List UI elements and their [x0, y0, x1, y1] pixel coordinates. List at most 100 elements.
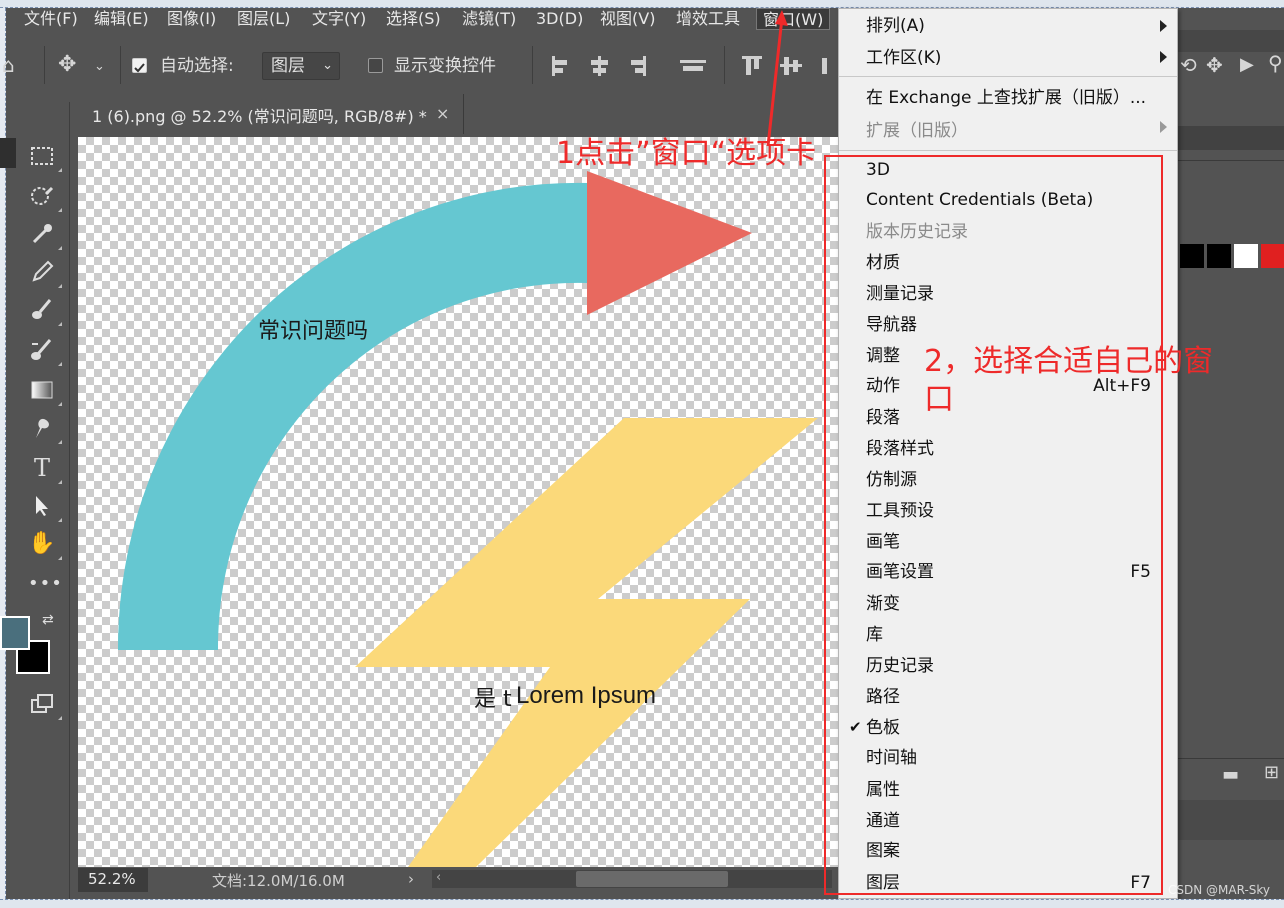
- orbit-3d-icon[interactable]: ⟲: [1180, 54, 1197, 76]
- healing-icon[interactable]: [28, 336, 62, 366]
- annotation-arrow: [766, 10, 788, 147]
- move-icon[interactable]: ✥: [58, 54, 76, 76]
- smudge-icon[interactable]: [28, 414, 62, 444]
- align-bar: [555, 60, 567, 65]
- scrollbar-thumb[interactable]: [576, 871, 728, 887]
- gradient-icon[interactable]: [28, 376, 62, 406]
- folder-icon[interactable]: ▬: [1222, 764, 1239, 786]
- menu-edit[interactable]: 编辑(E): [88, 8, 155, 30]
- menu-item-extensions: 扩展（旧版）: [866, 121, 968, 141]
- align-bar: [635, 68, 643, 73]
- auto-select-checkbox[interactable]: [132, 58, 147, 73]
- document-tab-title: 1 (6).png @ 52.2% (常识问题吗, RGB/8#) *: [92, 107, 427, 126]
- align-right-edges-icon: [643, 56, 646, 76]
- swatch-white[interactable]: [1234, 244, 1258, 268]
- menu-3d[interactable]: 3D(D): [530, 8, 589, 30]
- hand-icon[interactable]: ✋: [28, 530, 62, 560]
- separator: [44, 46, 45, 84]
- screenshot-frame-top: [0, 0, 1284, 8]
- align-bar: [593, 68, 606, 73]
- eyedropper-icon[interactable]: [28, 220, 62, 250]
- menu-plugins[interactable]: 增效工具: [670, 8, 746, 30]
- type-icon[interactable]: T: [28, 454, 62, 484]
- separator: [724, 46, 725, 84]
- distribute-bottom-icon: [822, 58, 827, 74]
- watermark: CSDN @MAR-Sky: [1168, 883, 1271, 897]
- swatch-black[interactable]: [1180, 244, 1204, 268]
- align-icons: [552, 56, 706, 76]
- lasso-icon[interactable]: [28, 182, 62, 212]
- search-icon[interactable]: ⚲: [1268, 52, 1283, 74]
- doc-size: 文档:12.0M/16.0M: [212, 872, 345, 890]
- arrow-shape: [587, 171, 752, 315]
- annotation-highlight-box: [824, 155, 1163, 895]
- menu-separator: [839, 76, 1177, 77]
- check-icon: [134, 63, 145, 73]
- menu-type[interactable]: 文字(Y): [306, 8, 372, 30]
- arc-text: 常识问题吗: [258, 319, 369, 344]
- camera-3d-icon[interactable]: ▶: [1240, 54, 1254, 76]
- align-top-icon: [680, 60, 706, 63]
- zoom-value: 52.2%: [88, 870, 136, 888]
- marquee-icon[interactable]: [28, 142, 62, 172]
- separator: [1176, 758, 1284, 759]
- bolt-text: Lorem Ipsum: [516, 682, 657, 709]
- bolt-shape: [355, 418, 818, 867]
- panel-footer: [1176, 800, 1284, 840]
- submenu-arrow-icon: [1160, 20, 1167, 32]
- scroll-left-icon[interactable]: ‹: [436, 870, 441, 885]
- layer-select[interactable]: 图层 ⌄: [262, 52, 340, 80]
- panel-header: [1176, 30, 1284, 52]
- menu-image[interactable]: 图像(I): [161, 8, 222, 30]
- menu-item-find-extensions[interactable]: 在 Exchange 上查找扩展（旧版）...: [866, 84, 1146, 112]
- menu-item-arrange[interactable]: 排列(A): [866, 12, 925, 40]
- swatch-black[interactable]: [1207, 244, 1231, 268]
- foreground-color[interactable]: [0, 616, 30, 650]
- screenshot-frame-bottom: [0, 899, 1284, 908]
- more-icon[interactable]: •••: [28, 570, 62, 598]
- show-transform-checkbox[interactable]: [368, 58, 383, 73]
- menu-filter[interactable]: 滤镜(T): [456, 8, 522, 30]
- separator: [120, 46, 121, 84]
- layer-select-value: 图层: [271, 56, 305, 76]
- panel-tab-strip: [1176, 126, 1284, 150]
- path-select-icon[interactable]: [28, 492, 62, 522]
- menu-select[interactable]: 选择(S): [380, 8, 447, 30]
- pan-3d-icon[interactable]: ✥: [1206, 54, 1223, 76]
- annotation-step2: 2，选择合适自己的窗口: [924, 344, 1214, 417]
- toolbar: T ✋ ••• ⇄: [0, 102, 70, 899]
- swatch-red[interactable]: [1261, 244, 1284, 268]
- brush-icon[interactable]: [28, 296, 62, 326]
- artwork: [117, 171, 818, 867]
- show-transform-label: 显示变换控件: [394, 56, 496, 76]
- align-bar: [631, 60, 643, 65]
- align-bar: [683, 66, 703, 71]
- chevron-down-icon[interactable]: ⌄: [94, 56, 105, 78]
- separator: [1176, 160, 1284, 161]
- distribute-icons: [742, 56, 827, 75]
- new-layer-icon[interactable]: ⊞: [1264, 762, 1279, 784]
- auto-select-label: 自动选择:: [160, 56, 234, 76]
- menu-layer[interactable]: 图层(L): [231, 8, 296, 30]
- align-bar: [591, 60, 608, 65]
- submenu-arrow-icon: [1160, 121, 1167, 133]
- menu-view[interactable]: 视图(V): [594, 8, 661, 30]
- chevron-right-icon[interactable]: ›: [408, 870, 414, 888]
- menu-separator: [839, 150, 1177, 151]
- home-icon[interactable]: ⌂: [2, 54, 15, 76]
- right-panel: ⟲ ✥ ▶ ⚲ ▬ ⊞: [1176, 30, 1284, 899]
- pencil-icon[interactable]: [28, 258, 62, 288]
- tool-highlight: [0, 138, 16, 168]
- bolt-text-prefix: 是 t: [474, 687, 512, 712]
- chevron-down-icon: ⌄: [322, 58, 333, 73]
- annotation-step1: 1点击”窗口“选项卡: [556, 136, 817, 171]
- swap-colors-icon[interactable]: ⇄: [42, 612, 54, 628]
- canvas[interactable]: 常识问题吗 是 t Lorem Ipsum: [78, 137, 838, 867]
- menu-file[interactable]: 文件(F): [18, 8, 84, 30]
- close-icon[interactable]: ×: [436, 104, 449, 123]
- align-bar: [555, 68, 563, 73]
- submenu-arrow-icon: [1160, 51, 1167, 63]
- menu-item-workspace[interactable]: 工作区(K): [866, 44, 941, 72]
- separator: [532, 46, 533, 84]
- screen-mode-icon[interactable]: [28, 690, 62, 720]
